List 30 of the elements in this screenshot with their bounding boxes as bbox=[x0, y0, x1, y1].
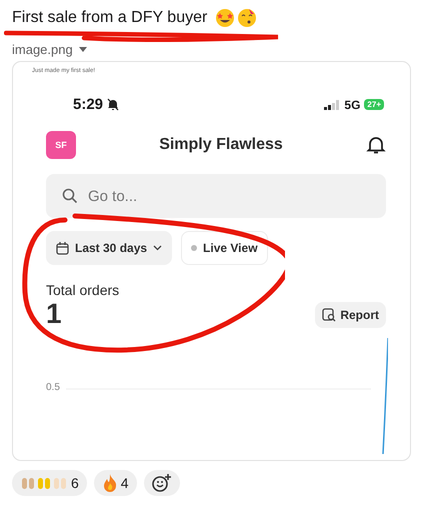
attachment-name[interactable]: image.png bbox=[12, 42, 73, 57]
reaction-button[interactable]: 4 bbox=[94, 470, 137, 496]
search-icon bbox=[62, 188, 78, 204]
axis-tick-label: 0.5 bbox=[46, 382, 60, 393]
network-label: 5G bbox=[344, 98, 360, 112]
add-emoji-icon bbox=[152, 474, 172, 492]
calendar-icon bbox=[56, 242, 69, 254]
raised-hands-icon bbox=[20, 475, 68, 491]
metric-value: 1 bbox=[46, 298, 62, 330]
status-dot-icon bbox=[191, 245, 198, 251]
battery-level: 27+ bbox=[364, 99, 384, 110]
chevron-down-icon bbox=[153, 245, 162, 251]
add-reaction-button[interactable] bbox=[144, 470, 180, 496]
report-button[interactable]: Report bbox=[315, 302, 386, 328]
star-eyes-face-icon bbox=[215, 8, 236, 28]
search-field[interactable]: Go to... bbox=[46, 174, 386, 218]
bell-slash-icon bbox=[107, 98, 120, 111]
clock-time: 5:29 bbox=[73, 96, 104, 113]
bell-icon[interactable] bbox=[366, 135, 386, 155]
live-view-button[interactable]: Live View bbox=[181, 231, 268, 265]
reaction-button[interactable]: 6 bbox=[12, 470, 87, 496]
message-text: First sale from a DFY buyer bbox=[12, 9, 208, 27]
fire-icon bbox=[102, 474, 118, 492]
report-icon bbox=[322, 308, 336, 322]
store-name: Simply Flawless bbox=[159, 136, 283, 154]
caret-icon[interactable] bbox=[78, 46, 87, 52]
party-face-icon bbox=[237, 8, 258, 28]
metric-label: Total orders bbox=[46, 282, 120, 298]
date-range-dropdown[interactable]: Last 30 days bbox=[46, 231, 172, 265]
signal-icon bbox=[324, 100, 340, 110]
